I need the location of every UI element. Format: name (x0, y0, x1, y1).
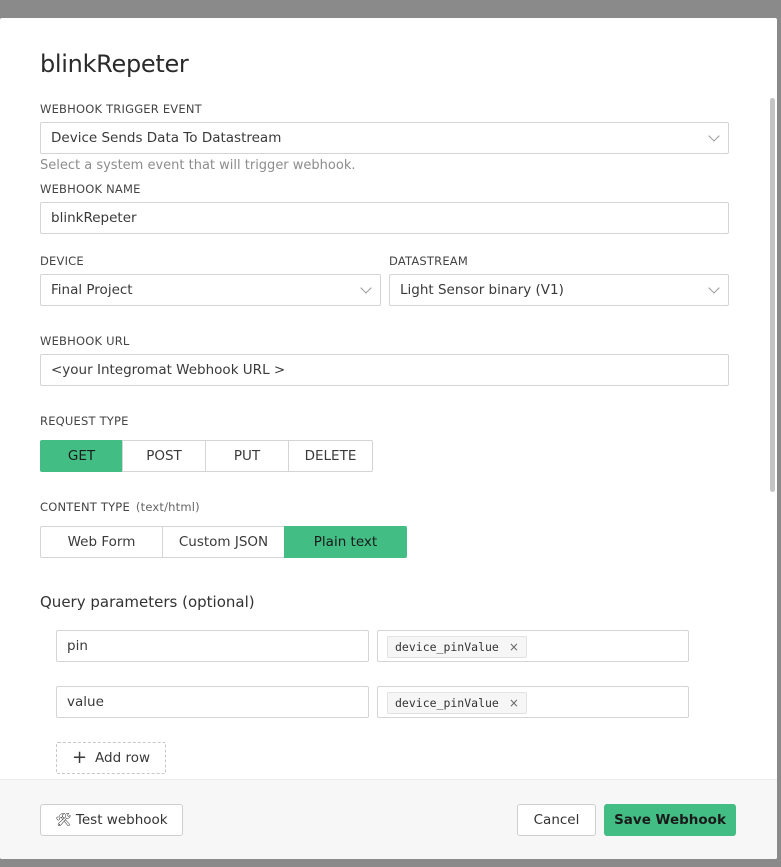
device-select[interactable]: Final Project (40, 274, 381, 306)
device-value: Final Project (51, 282, 133, 298)
content-type-plain-text[interactable]: Plain text (284, 526, 407, 558)
query-params-title: Query parameters (optional) (40, 593, 255, 611)
add-row-button[interactable]: + Add row (56, 742, 166, 774)
plus-icon: + (71, 747, 88, 768)
chevron-down-icon (360, 282, 372, 294)
webhook-url-input[interactable]: <your Integromat Webhook URL > (40, 354, 729, 386)
request-type-toggle: GET POST PUT DELETE (40, 440, 373, 472)
webhook-url-label: WEBHOOK URL (40, 334, 130, 348)
query-param-value-input[interactable]: device_pinValue × (377, 630, 689, 662)
device-label: DEVICE (40, 254, 84, 268)
content-type-web-form[interactable]: Web Form (40, 526, 163, 558)
modal-footer: 🛠 Test webhook Cancel Save Webhook (0, 779, 777, 859)
save-webhook-button[interactable]: Save Webhook (604, 804, 736, 836)
query-param-key-input[interactable]: pin (56, 630, 369, 662)
scrollbar[interactable] (770, 98, 775, 492)
chevron-down-icon (708, 130, 720, 142)
datastream-select[interactable]: Light Sensor binary (V1) (389, 274, 729, 306)
request-type-delete[interactable]: DELETE (288, 440, 373, 472)
request-type-post[interactable]: POST (122, 440, 206, 472)
content-type-custom-json[interactable]: Custom JSON (162, 526, 285, 558)
test-webhook-label: Test webhook (75, 812, 168, 828)
request-type-get[interactable]: GET (40, 440, 123, 472)
chevron-down-icon (708, 282, 720, 294)
query-param-key-input[interactable]: value (56, 686, 369, 718)
content-type-label-text: CONTENT TYPE (40, 500, 130, 514)
trigger-event-select[interactable]: Device Sends Data To Datastream (40, 122, 729, 154)
query-param-value-input[interactable]: device_pinValue × (377, 686, 689, 718)
modal-title: blinkRepeter (40, 50, 189, 78)
request-type-label: REQUEST TYPE (40, 414, 129, 428)
datastream-value: Light Sensor binary (V1) (400, 282, 564, 298)
value-tag-label: device_pinValue (395, 640, 499, 654)
content-type-sub: (text/html) (135, 500, 200, 514)
webhook-name-label: WEBHOOK NAME (40, 182, 141, 196)
webhook-modal: blinkRepeter WEBHOOK TRIGGER EVENT Devic… (0, 18, 777, 859)
content-type-label: CONTENT TYPE (text/html) (40, 500, 200, 514)
datastream-label: DATASTREAM (389, 254, 468, 268)
request-type-put[interactable]: PUT (205, 440, 289, 472)
content-type-toggle: Web Form Custom JSON Plain text (40, 526, 407, 558)
cancel-button[interactable]: Cancel (517, 804, 596, 836)
trigger-event-label: WEBHOOK TRIGGER EVENT (40, 102, 202, 116)
webhook-name-input[interactable]: blinkRepeter (40, 202, 729, 234)
tools-icon: 🛠 (55, 812, 72, 828)
trigger-event-hint: Select a system event that will trigger … (40, 158, 356, 173)
trigger-event-value: Device Sends Data To Datastream (51, 130, 282, 146)
close-icon[interactable]: × (509, 696, 519, 710)
test-webhook-button[interactable]: 🛠 Test webhook (40, 804, 183, 836)
close-icon[interactable]: × (509, 640, 519, 654)
value-tag: device_pinValue × (387, 636, 527, 658)
value-tag: device_pinValue × (387, 692, 527, 714)
value-tag-label: device_pinValue (395, 696, 499, 710)
add-row-label: Add row (95, 750, 151, 766)
